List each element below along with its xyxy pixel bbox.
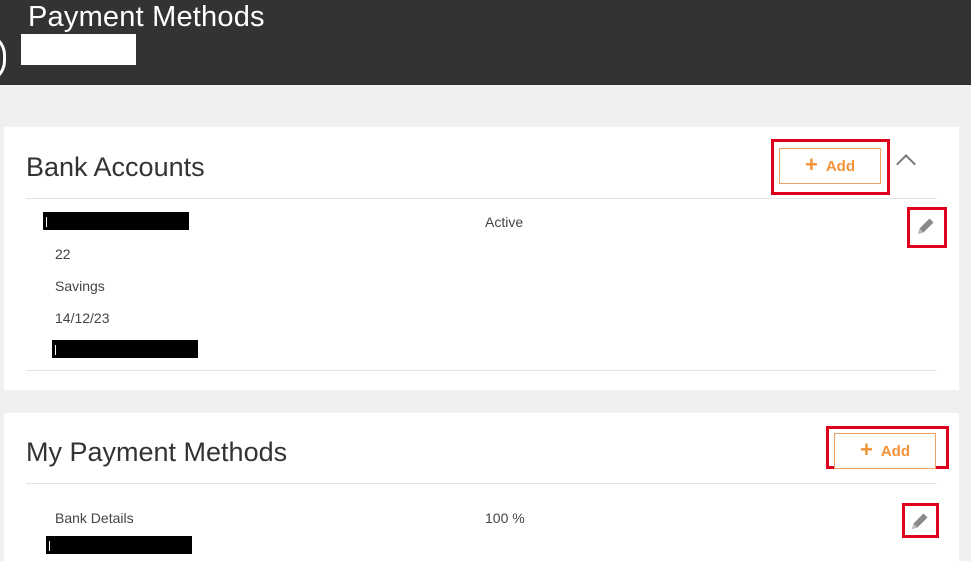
redacted-subtitle (21, 34, 136, 65)
account-type: Savings (55, 278, 105, 294)
page-title: Payment Methods (28, 1, 265, 33)
redacted-account-detail (52, 340, 198, 358)
account-number: 22 (55, 246, 71, 262)
account-date: 14/12/23 (55, 310, 110, 326)
plus-icon: + (859, 437, 873, 462)
account-status: Active (485, 214, 524, 230)
my-payment-methods-title: My Payment Methods (26, 437, 288, 467)
section-divider (26, 198, 937, 199)
add-button-label: Add (825, 157, 856, 175)
add-button-label: Add (880, 442, 911, 460)
bank-accounts-title: Bank Accounts (26, 152, 205, 182)
page-header: Payment Methods (0, 0, 971, 85)
add-payment-method-button[interactable]: + Add (834, 433, 936, 469)
chevron-up-icon[interactable] (896, 154, 916, 174)
header-decoration (0, 33, 6, 83)
pencil-icon[interactable] (908, 509, 932, 533)
pencil-icon[interactable] (914, 214, 938, 238)
plus-icon: + (804, 152, 818, 177)
add-bank-account-button[interactable]: + Add (779, 148, 881, 184)
payment-method-label: Bank Details (55, 510, 134, 526)
section-divider (26, 483, 937, 484)
bank-accounts-section: Bank Accounts + Add Active 22 Savings 14… (4, 127, 959, 390)
redacted-payment-detail (46, 536, 192, 554)
payment-method-percent: 100 % (485, 510, 525, 526)
my-payment-methods-section: My Payment Methods + Add Bank Details 10… (4, 413, 959, 561)
section-divider-bottom (26, 370, 937, 371)
redacted-account-name (43, 212, 189, 230)
